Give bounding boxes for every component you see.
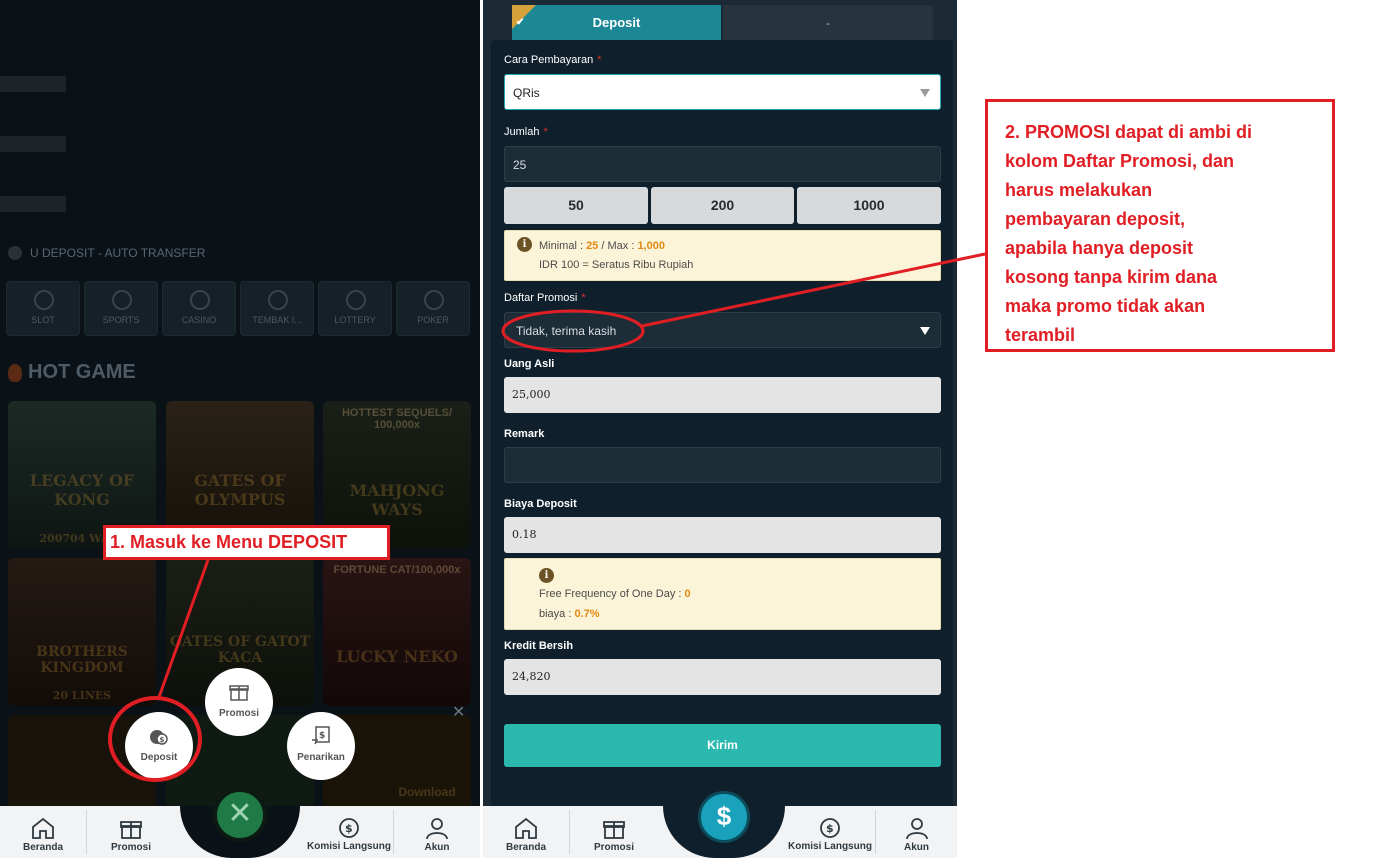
fee-field: 0.18 [504,517,941,553]
home-icon [32,817,54,839]
close-menu-button[interactable]: ✕ [213,788,267,842]
gift-icon [229,685,249,701]
nav-promosi[interactable]: Promosi [570,806,658,858]
hot-game-heading: HOT GAME [8,361,136,384]
tab-deposit[interactable]: ✔ Deposit [512,5,721,41]
fab-penarikan-button[interactable]: $ Penarikan [287,712,355,780]
casino-icon [190,290,210,310]
amount-limits-info: i Minimal : 25 / Max : 1,000 IDR 100 = S… [504,230,941,281]
free-frequency-text: Free Frequency of One Day : 0 [539,588,691,600]
home-icon [515,817,537,839]
dollar-icon: $ [716,801,732,831]
poker-icon [424,290,444,310]
placeholder-bar [0,76,66,92]
svg-text:$: $ [826,822,834,835]
sports-icon [112,290,132,310]
currency-note: IDR 100 = Seratus Ribu Rupiah [539,259,694,271]
category-poker[interactable]: POKER [396,281,470,336]
nav-akun[interactable]: Akun [394,806,480,858]
remark-input[interactable] [504,447,941,483]
fee-label: Biaya Deposit [504,498,577,510]
info-icon: i [539,568,554,583]
commission-icon: $ [339,818,359,838]
home-screen-overlay: U DEPOSIT - AUTO TRANSFER SLOT SPORTS CA… [0,0,480,858]
svg-text:$: $ [319,731,325,741]
placeholder-bar [0,136,66,152]
nav-komisi-langsung[interactable]: $ Komisi Langsung [305,806,393,858]
fab-promosi-button[interactable]: Promosi [205,668,273,736]
promo-label: Daftar Promosi * [504,292,586,304]
commission-icon: $ [820,818,840,838]
amount-label: Jumlah * [504,126,548,138]
svg-text:$: $ [345,822,353,835]
remark-label: Remark [504,428,545,440]
quick-amount-200[interactable]: 200 [651,187,794,224]
slot-icon [34,290,54,310]
quick-amount-1000[interactable]: 1000 [797,187,941,224]
nav-akun[interactable]: Akun [876,806,957,858]
net-credit-label: Kredit Bersih [504,640,574,652]
placeholder-bar [0,196,66,212]
svg-text:$: $ [160,736,165,744]
deposit-fab-button[interactable]: $ [698,791,750,843]
nav-promosi[interactable]: Promosi [87,806,175,858]
min-max-text: Minimal : 25 / Max : 1,000 [539,240,665,252]
annotation-step1: 1. Masuk ke Menu DEPOSIT [103,525,390,560]
withdraw-icon: $ [312,726,330,745]
quick-amount-50[interactable]: 50 [504,187,648,224]
game-tile[interactable]: BROTHERS KINGDOM 20 LINES [8,558,156,706]
chevron-down-icon [920,89,930,97]
info-icon: i [517,237,532,252]
annotation-step2: 2. PROMOSI dapat di ambi di kolom Daftar… [985,99,1335,352]
flame-icon [8,363,22,382]
auto-transfer-banner: U DEPOSIT - AUTO TRANSFER [8,246,205,260]
fab-deposit-button[interactable]: $ Deposit [125,712,193,780]
fish-icon [268,290,288,310]
user-icon [426,818,448,840]
tab-other[interactable]: - [723,5,933,41]
category-bar: SLOT SPORTS CASINO TEMBAK I... LOTTERY P… [6,281,470,336]
fee-rate-text: biaya : 0.7% [539,608,600,620]
submit-button[interactable]: Kirim [504,724,941,767]
game-tile[interactable]: FORTUNE CAT/100,000x LUCKY NEKO [323,558,471,706]
amount-input[interactable]: 25 [504,146,941,182]
category-fishing[interactable]: TEMBAK I... [240,281,314,336]
payment-method-select[interactable]: QRis [504,74,941,110]
category-casino[interactable]: CASINO [162,281,236,336]
promo-select[interactable]: Tidak, terima kasih [504,312,941,348]
user-icon [905,818,928,840]
deposit-screen: ✔ Deposit - Cara Pembayaran * QRis Jumlah… [483,0,957,858]
lottery-icon [346,290,366,310]
real-money-label: Uang Asli [504,358,555,370]
nav-beranda[interactable]: Beranda [483,806,569,858]
auto-transfer-text: U DEPOSIT - AUTO TRANSFER [30,246,206,260]
payment-method-label: Cara Pembayaran * [504,54,602,66]
nav-komisi-langsung[interactable]: $ Komisi Langsung [786,806,874,858]
net-credit-field: 24,820 [504,659,941,695]
chevron-down-icon [920,327,930,335]
category-sports[interactable]: SPORTS [84,281,158,336]
fee-info: i Free Frequency of One Day : 0 biaya : … [504,558,941,630]
real-money-field: 25,000 [504,377,941,413]
category-slot[interactable]: SLOT [6,281,80,336]
close-icon[interactable]: ✕ [452,702,465,722]
nav-beranda[interactable]: Beranda [0,806,86,858]
gift-icon [120,821,142,839]
check-icon: ✔ [512,5,536,29]
transfer-icon [8,246,22,260]
gift-icon [603,821,625,839]
money-bag-icon: $ [150,730,168,745]
category-lottery[interactable]: LOTTERY [318,281,392,336]
